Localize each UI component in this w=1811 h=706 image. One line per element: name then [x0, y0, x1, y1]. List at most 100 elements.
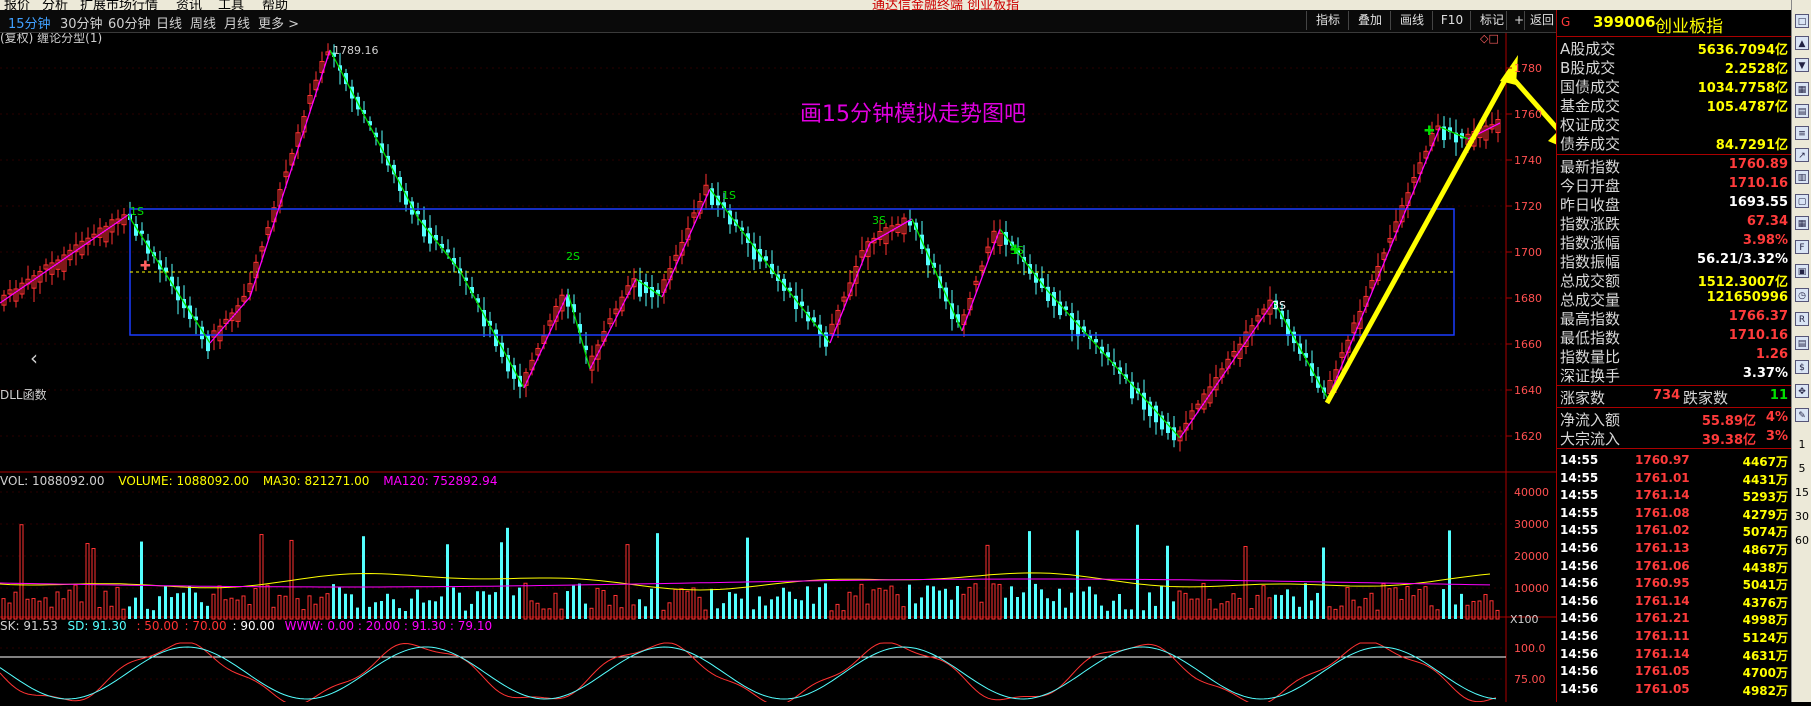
- tick-price: 1761.11: [1635, 629, 1690, 643]
- stat-value: 84.7291亿: [1715, 138, 1788, 153]
- stat-label: 最低指数: [1560, 329, 1621, 347]
- kd-l3-label: : 90.00: [233, 619, 275, 633]
- quote-row: 今日开盘 1710.16: [1557, 175, 1792, 195]
- f10-button[interactable]: F10: [1432, 11, 1471, 30]
- volume-axis: 40000 30000 20000 10000: [1514, 486, 1549, 595]
- calc-icon[interactable]: ▣: [1795, 264, 1809, 278]
- menu-ext-market[interactable]: 扩展市场行情: [80, 0, 158, 10]
- kd-axis-label: 75.00: [1514, 673, 1546, 686]
- s-label: 3S: [872, 214, 886, 227]
- period-60min[interactable]: 60分钟: [108, 13, 151, 32]
- kline-chart[interactable]: 1S 1S 2S 3S 3S 3S ✚ ✚ ✚ 1789.16 (复权) 缠论分…: [0, 30, 1576, 706]
- menu-help[interactable]: 帮助: [262, 0, 288, 10]
- dollar-icon[interactable]: $: [1795, 360, 1809, 374]
- quote-row: 总成交量 121650996: [1557, 289, 1792, 309]
- menu-tools[interactable]: 工具: [218, 0, 244, 10]
- list-icon[interactable]: ≡: [1795, 126, 1809, 140]
- period-shortcut-15[interactable]: 15: [1792, 486, 1811, 499]
- tick-time: 14:56: [1560, 541, 1599, 555]
- period-15min[interactable]: 15分钟: [8, 13, 51, 32]
- tick-price: 1761.05: [1635, 664, 1690, 679]
- tick-price: 1761.14: [1635, 646, 1690, 661]
- menu-news[interactable]: 资讯: [176, 0, 202, 10]
- period-daily[interactable]: 日线: [156, 13, 182, 32]
- back-button[interactable]: 返回: [1524, 11, 1559, 30]
- indicator-button[interactable]: 指标: [1306, 11, 1349, 30]
- flow-value: 55.89亿: [1701, 414, 1756, 429]
- note-icon[interactable]: ▤: [1795, 336, 1809, 350]
- tick-row: 14:56 1761.05 4982万: [1557, 680, 1792, 698]
- stat-value: 1760.89: [1728, 157, 1788, 172]
- table-icon[interactable]: ▦: [1795, 216, 1809, 230]
- www-label: WWW: 0.00 : 20.00 : 91.30 : 79.10: [285, 619, 493, 633]
- period-shortcut-30[interactable]: 30: [1792, 510, 1811, 523]
- tick-row: 14:56 1761.13 4867万: [1557, 539, 1792, 557]
- tick-volume: 4998万: [1742, 613, 1788, 628]
- doc-icon[interactable]: ▢: [1795, 194, 1809, 208]
- tick-volume: 4279万: [1742, 507, 1788, 522]
- s-label: 1S: [722, 189, 736, 202]
- period-monthly[interactable]: 月线: [224, 13, 250, 32]
- s-label: 1S: [130, 205, 144, 218]
- tick-price: 1761.02: [1635, 523, 1690, 538]
- chart-icon[interactable]: ▦: [1795, 82, 1809, 96]
- market-stat-row: 基金成交 105.4787亿: [1557, 95, 1792, 115]
- period-weekly[interactable]: 周线: [190, 13, 216, 32]
- menu-quote[interactable]: 报价: [4, 0, 30, 10]
- period-shortcut-5[interactable]: 5: [1792, 462, 1811, 475]
- up-count-label: 涨家数: [1560, 389, 1606, 407]
- stat-value: 1.26: [1755, 347, 1788, 362]
- stat-label: 最新指数: [1560, 158, 1621, 176]
- price-axis: 1780 1760 1740 1720 1700 1680 1660 1640 1620: [1506, 62, 1542, 443]
- move-icon[interactable]: ✥: [1795, 384, 1809, 398]
- quote-row: 指数涨幅 3.98%: [1557, 232, 1792, 252]
- chart-window-icons[interactable]: ◇□: [1480, 32, 1499, 45]
- tick-time: 14:56: [1560, 576, 1599, 591]
- stat-value: 1710.16: [1728, 328, 1788, 343]
- stat-value: 56.21/3.32%: [1697, 252, 1788, 267]
- tick-volume: 4700万: [1742, 666, 1788, 681]
- rsi-icon[interactable]: R: [1795, 312, 1809, 326]
- price-axis-label: 1700: [1514, 246, 1542, 259]
- arrow-down-icon[interactable]: ▼: [1795, 58, 1809, 72]
- price-axis-label: 1720: [1514, 200, 1542, 213]
- ma120-label: MA120: 752892.94: [383, 474, 497, 488]
- stat-value: 2.2528亿: [1724, 62, 1788, 77]
- kd-axis: 100.0 75.00: [1514, 642, 1546, 686]
- high-price-label: 1789.16: [333, 44, 379, 57]
- stat-label: 最高指数: [1560, 310, 1621, 328]
- menu-analysis[interactable]: 分析: [42, 0, 68, 10]
- f10-icon[interactable]: F: [1795, 240, 1809, 254]
- overlay-button[interactable]: 叠加: [1348, 11, 1391, 30]
- flow-pct: 3%: [1765, 429, 1788, 444]
- market-stat-row: 权证成交: [1557, 114, 1792, 134]
- quote-row: 深证换手 3.37%: [1557, 365, 1792, 385]
- pen-icon[interactable]: ✎: [1795, 408, 1809, 422]
- stat-label: 债券成交: [1560, 135, 1621, 153]
- tick-volume: 4438万: [1742, 560, 1788, 575]
- s-label: 3S: [1272, 299, 1286, 312]
- period-30min[interactable]: 30分钟: [60, 13, 103, 32]
- tick-price: 1761.08: [1635, 505, 1690, 520]
- tick-time: 14:56: [1560, 681, 1599, 696]
- grid-icon[interactable]: ▤: [1795, 104, 1809, 118]
- period-shortcut-60[interactable]: 60: [1792, 534, 1811, 547]
- stat-value: 105.4787亿: [1706, 100, 1788, 115]
- period-more[interactable]: 更多 >: [258, 13, 299, 32]
- stat-label: 昨日收盘: [1560, 196, 1621, 214]
- panel-title: G 399006 创业板指: [1557, 10, 1792, 37]
- tick-time: 14:55: [1560, 523, 1599, 538]
- bar-icon[interactable]: ▥: [1795, 170, 1809, 184]
- arrow-up-icon[interactable]: ▲: [1795, 36, 1809, 50]
- draw-line-button[interactable]: 画线: [1390, 11, 1433, 30]
- tick-row: 14:56 1761.14 4376万: [1557, 592, 1792, 610]
- tool-icon[interactable]: □: [1795, 14, 1809, 28]
- clock-icon[interactable]: ◷: [1795, 288, 1809, 302]
- trend-icon[interactable]: ↗: [1795, 148, 1809, 162]
- period-shortcut-1[interactable]: 1: [1792, 438, 1811, 451]
- chart-area[interactable]: 1S 1S 2S 3S 3S 3S ✚ ✚ ✚ 1789.16 (复权) 缠论分…: [0, 30, 1576, 706]
- kd-l1-label: : 50.00: [136, 619, 178, 633]
- price-axis-label: 1780: [1514, 62, 1542, 75]
- scroll-left-icon[interactable]: ‹: [30, 346, 38, 370]
- tick-row: 14:56 1761.11 5124万: [1557, 627, 1792, 645]
